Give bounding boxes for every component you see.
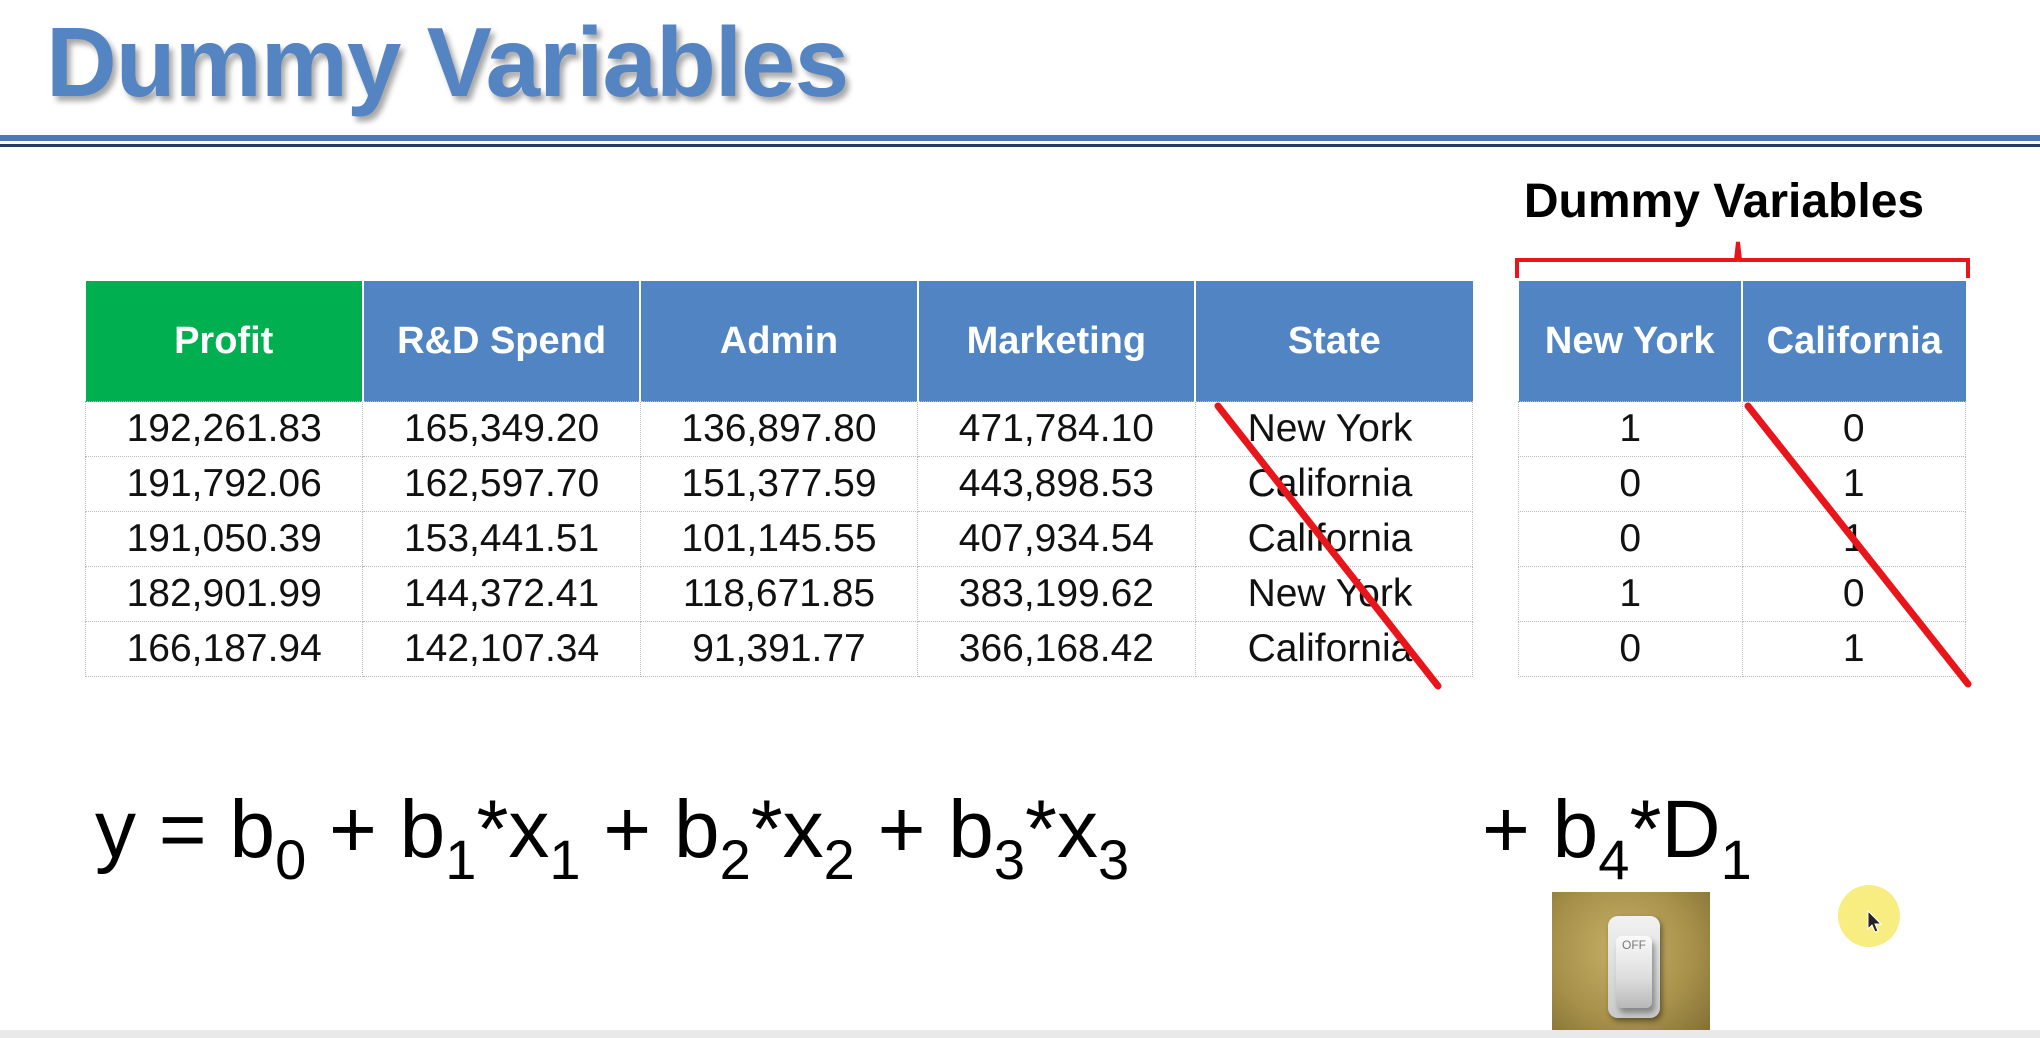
cell-rd-spend: 165,349.20 <box>362 401 641 457</box>
cell-new-york: 1 <box>1518 401 1743 457</box>
table-row: 192,261.83 165,349.20 136,897.80 471,784… <box>84 401 1474 457</box>
eq-times: * <box>476 784 509 875</box>
dummy-variables-table: New York California 1 0 0 1 0 1 1 0 0 1 <box>1518 281 1966 677</box>
cell-profit: 166,187.94 <box>84 621 364 677</box>
cell-profit: 182,901.99 <box>84 566 364 622</box>
eq-d1-sub: 1 <box>1720 828 1752 891</box>
eq-b1: b <box>399 784 446 875</box>
eq-b3-sub: 3 <box>993 828 1026 891</box>
cell-profit: 191,050.39 <box>84 511 364 567</box>
regression-equation: y = b0 + b1*x1 + b2*x2 + b3*x3 <box>95 780 1129 888</box>
eq-x2: x <box>782 784 824 875</box>
eq-d1: D <box>1661 784 1721 875</box>
eq-x3-sub: 3 <box>1097 828 1130 891</box>
title-divider-underline <box>0 144 2040 147</box>
table-row: 1 0 <box>1518 566 1966 622</box>
dummy-group-bracket <box>1515 241 1970 278</box>
eq-times: * <box>1025 784 1057 875</box>
cell-rd-spend: 142,107.34 <box>362 621 641 677</box>
dummy-variables-label: Dummy Variables <box>1523 175 1925 228</box>
slide-bottom-edge <box>0 1030 2040 1038</box>
table-row: 191,792.06 162,597.70 151,377.59 443,898… <box>84 456 1474 512</box>
slide-title: Dummy Variables <box>46 7 849 117</box>
eq-plus: + <box>854 784 949 875</box>
header-rd-spend: R&D Spend <box>362 281 642 402</box>
cell-profit: 191,792.06 <box>84 456 364 512</box>
table-row: 182,901.99 144,372.41 118,671.85 383,199… <box>84 566 1474 622</box>
cell-state: California <box>1194 456 1474 512</box>
header-profit: Profit <box>85 281 364 402</box>
eq-equals: = <box>136 784 230 875</box>
dataset-table: Profit R&D Spend Admin Marketing State 1… <box>84 281 1474 677</box>
cell-profit: 192,261.83 <box>84 401 364 457</box>
eq-b1-sub: 1 <box>445 828 477 891</box>
eq-b2-sub: 2 <box>719 828 751 891</box>
cell-new-york: 0 <box>1518 621 1743 677</box>
cell-california: 1 <box>1741 511 1966 567</box>
cell-california: 1 <box>1741 621 1966 677</box>
eq-b3: b <box>948 784 994 875</box>
cell-new-york: 1 <box>1518 566 1743 622</box>
cell-admin: 91,391.77 <box>639 621 919 677</box>
cell-california: 1 <box>1741 456 1966 512</box>
header-california: California <box>1742 281 1966 402</box>
cell-rd-spend: 153,441.51 <box>362 511 641 567</box>
eq-b0: b <box>229 784 276 875</box>
cell-admin: 118,671.85 <box>639 566 919 622</box>
cell-state: California <box>1194 511 1474 567</box>
cell-marketing: 366,168.42 <box>917 621 1196 677</box>
cell-admin: 136,897.80 <box>639 401 919 457</box>
eq-b0-sub: 0 <box>275 828 307 891</box>
cell-state: New York <box>1194 566 1474 622</box>
dummy-term: + b4*D1 <box>1482 780 1752 888</box>
table-row: 0 1 <box>1518 456 1966 512</box>
switch-off-label: OFF <box>1622 938 1646 952</box>
eq-b2: b <box>673 784 720 875</box>
eq-times: * <box>750 784 783 875</box>
cell-marketing: 443,898.53 <box>917 456 1196 512</box>
table-row: 191,050.39 153,441.51 101,145.55 407,934… <box>84 511 1474 567</box>
eq-plus: + <box>1482 784 1553 875</box>
cell-rd-spend: 144,372.41 <box>362 566 641 622</box>
cell-state: California <box>1194 621 1474 677</box>
eq-x1-sub: 1 <box>549 828 581 891</box>
eq-y: y <box>95 784 136 875</box>
header-state: State <box>1195 281 1473 402</box>
cell-new-york: 0 <box>1518 511 1743 567</box>
cell-admin: 101,145.55 <box>639 511 919 567</box>
table-row: 166,187.94 142,107.34 91,391.77 366,168.… <box>84 621 1474 677</box>
cell-rd-spend: 162,597.70 <box>362 456 641 512</box>
eq-b4-sub: 4 <box>1598 828 1630 891</box>
dummy-header-row: New York California <box>1518 281 1966 402</box>
eq-plus: + <box>306 784 400 875</box>
eq-times: * <box>1629 784 1662 875</box>
cell-california: 0 <box>1741 566 1966 622</box>
cell-california: 0 <box>1741 401 1966 457</box>
title-divider <box>0 135 2040 141</box>
eq-x3: x <box>1056 784 1098 875</box>
cell-marketing: 407,934.54 <box>917 511 1196 567</box>
dataset-header-row: Profit R&D Spend Admin Marketing State <box>85 281 1473 402</box>
header-new-york: New York <box>1518 281 1743 402</box>
eq-plus: + <box>580 784 674 875</box>
cell-marketing: 383,199.62 <box>917 566 1196 622</box>
eq-b4: b <box>1552 784 1599 875</box>
light-switch-image: OFF <box>1552 892 1710 1038</box>
cell-marketing: 471,784.10 <box>917 401 1196 457</box>
table-row: 0 1 <box>1518 511 1966 567</box>
cell-admin: 151,377.59 <box>639 456 919 512</box>
eq-x1: x <box>508 784 550 875</box>
cell-new-york: 0 <box>1518 456 1743 512</box>
eq-x2-sub: 2 <box>823 828 855 891</box>
cell-state: New York <box>1194 401 1474 457</box>
mouse-pointer-icon <box>1867 910 1883 933</box>
table-row: 0 1 <box>1518 621 1966 677</box>
header-admin: Admin <box>640 281 919 402</box>
table-row: 1 0 <box>1518 401 1966 457</box>
header-marketing: Marketing <box>917 281 1197 402</box>
